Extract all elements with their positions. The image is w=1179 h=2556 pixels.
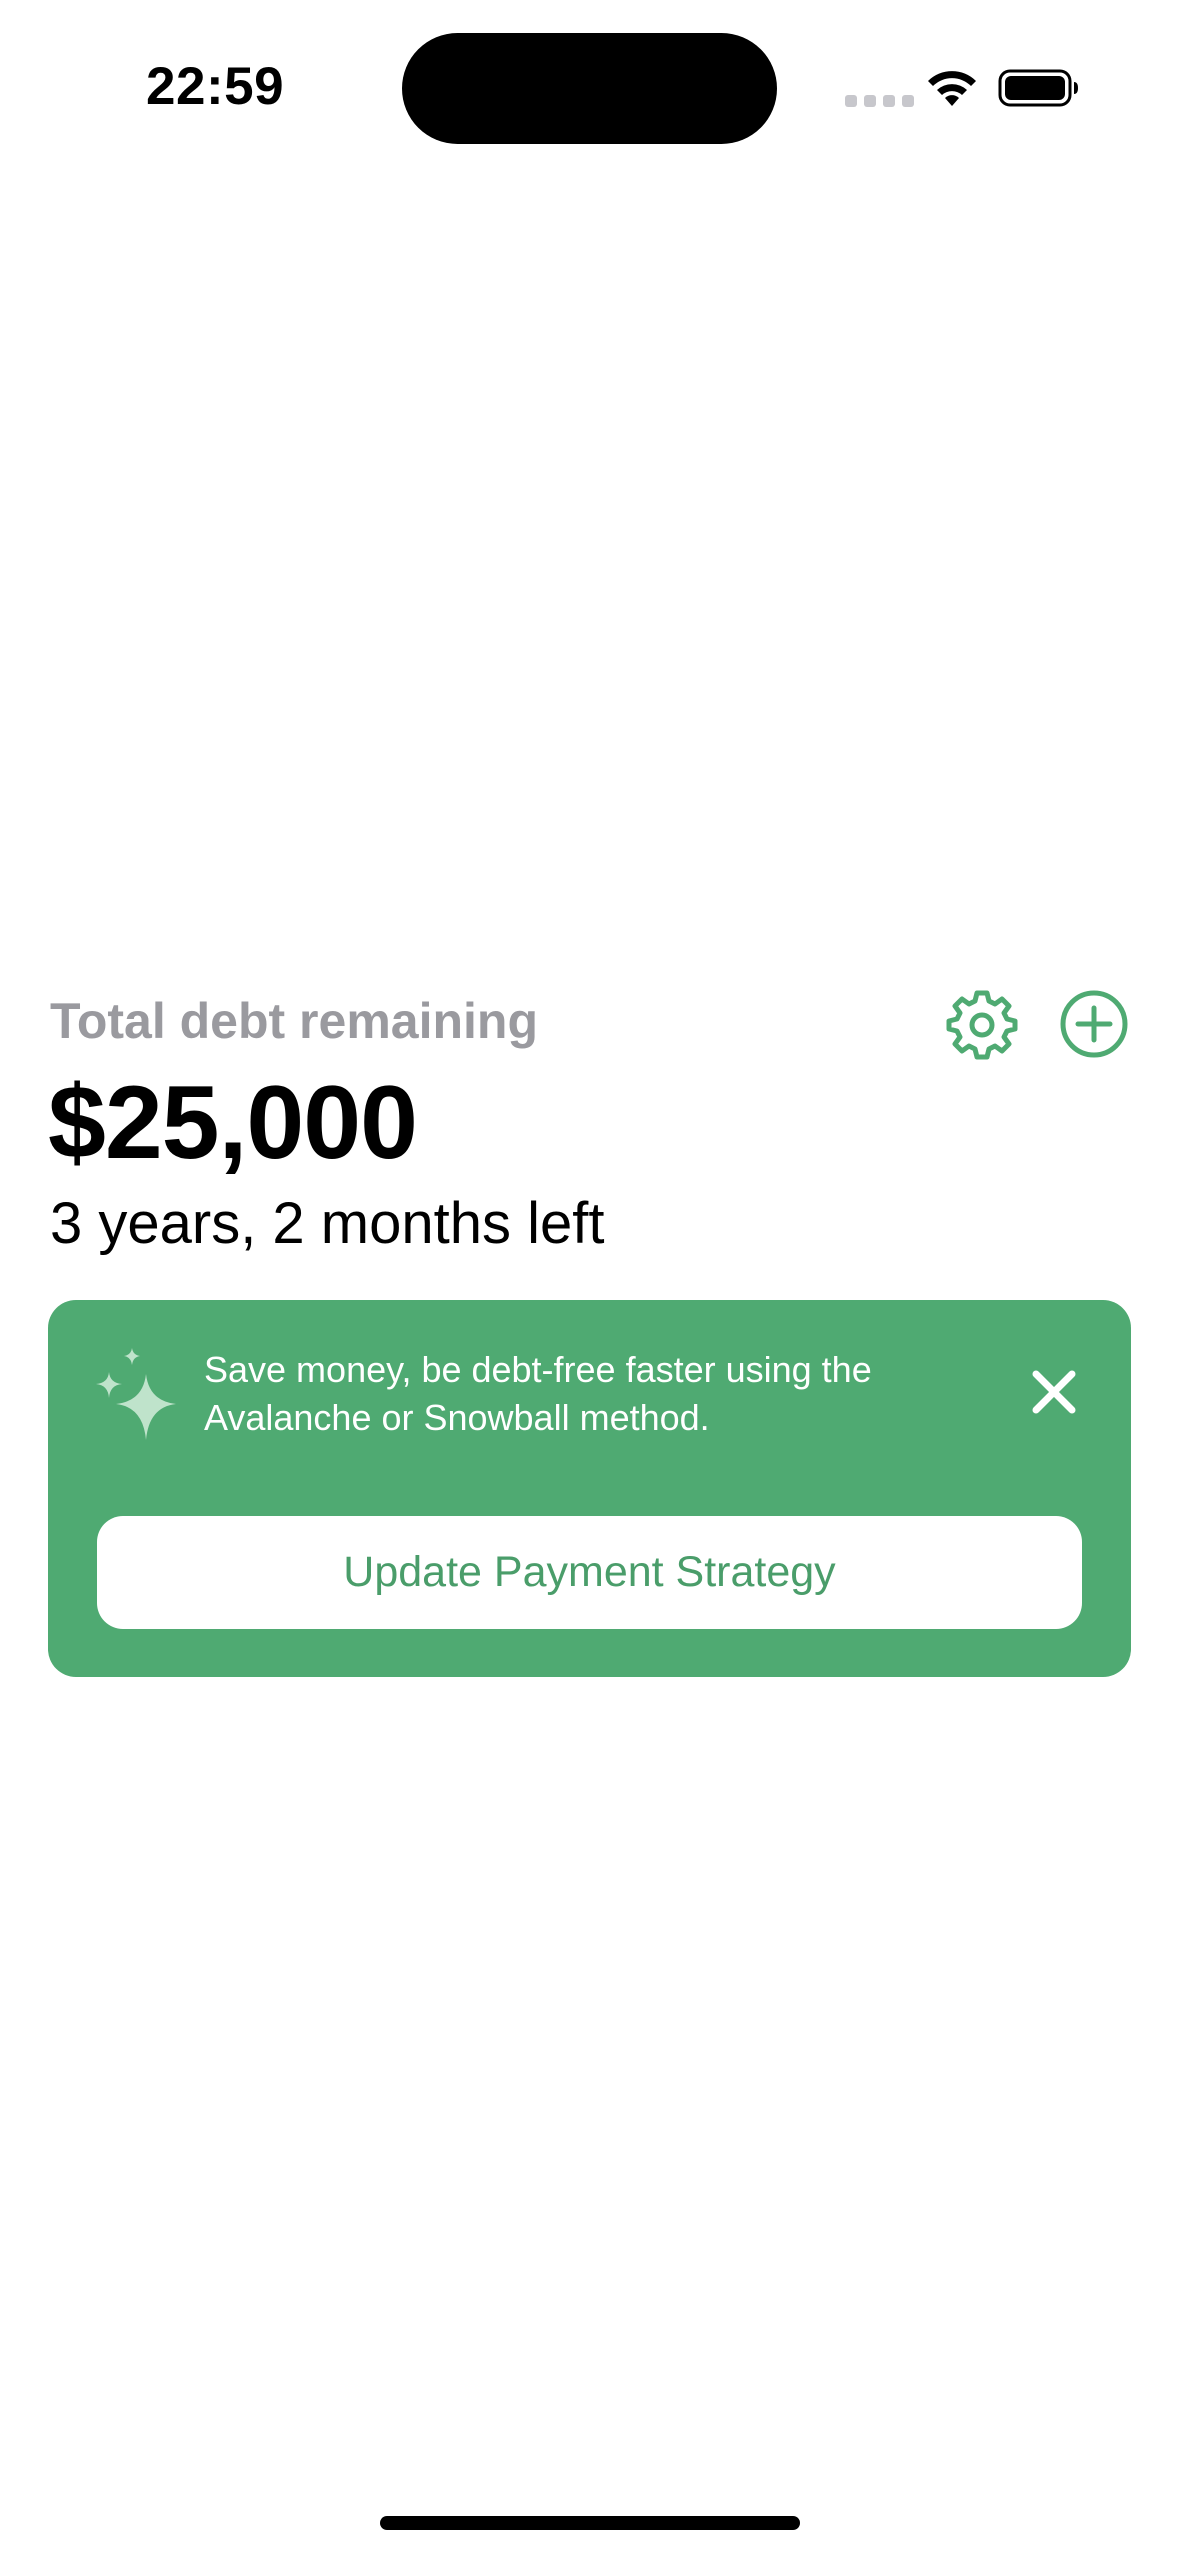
wifi-icon bbox=[928, 71, 976, 106]
promo-message-line-1: Save money, be debt-free faster using th… bbox=[204, 1349, 872, 1390]
status-time: 22:59 bbox=[146, 57, 285, 116]
add-debt-button[interactable] bbox=[1056, 986, 1132, 1062]
settings-button[interactable] bbox=[944, 986, 1020, 1062]
time-left-text: 3 years, 2 months left bbox=[50, 1191, 605, 1256]
plus-circle-icon bbox=[1060, 990, 1128, 1058]
gear-icon bbox=[946, 990, 1018, 1060]
total-debt-amount: $25,000 bbox=[48, 1065, 418, 1181]
promo-message-line-2: Avalanche or Snowball method. bbox=[204, 1397, 710, 1438]
home-indicator[interactable] bbox=[380, 2516, 800, 2530]
battery-icon bbox=[998, 69, 1078, 107]
payment-strategy-card: Save money, be debt-free faster using th… bbox=[48, 1300, 1131, 1677]
update-payment-strategy-button[interactable]: Update Payment Strategy bbox=[97, 1516, 1082, 1629]
total-debt-label: Total debt remaining bbox=[50, 993, 538, 1049]
close-icon bbox=[1032, 1370, 1076, 1414]
dynamic-island bbox=[402, 33, 777, 144]
promo-message: Save money, be debt-free faster using th… bbox=[204, 1346, 964, 1442]
sparkle-icon bbox=[96, 1348, 176, 1440]
cellular-signal-icon bbox=[845, 95, 914, 107]
dismiss-button[interactable] bbox=[1028, 1366, 1080, 1418]
